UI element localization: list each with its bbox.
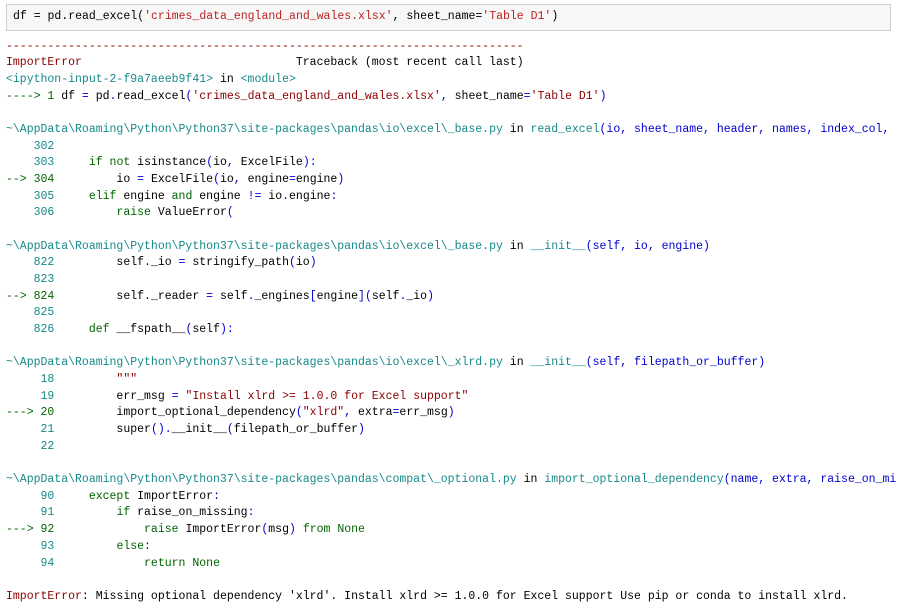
line-number: 91 [6, 506, 54, 519]
current-frame-arrow: ---> 20 [6, 406, 54, 419]
line-number: 21 [6, 423, 54, 436]
current-frame-arrow: --> 304 [6, 173, 54, 186]
frame-location: <ipython-input-2-f9a7aeeb9f41> [6, 73, 213, 86]
traceback-label: Traceback (most recent call last) [296, 56, 524, 69]
current-frame-arrow: ----> 1 [6, 90, 54, 103]
line-number: 94 [6, 557, 54, 570]
line-number: 825 [6, 306, 54, 319]
line-number: 93 [6, 540, 54, 553]
line-number: 823 [6, 273, 54, 286]
current-frame-arrow: --> 824 [6, 290, 54, 303]
dash-line: ----------------------------------------… [6, 40, 524, 53]
line-number: 18 [6, 373, 54, 386]
output-area: ----------------------------------------… [6, 39, 891, 606]
code-line: df = pd.read_excel('crimes_data_england_… [13, 10, 558, 23]
final-error-name: ImportError [6, 590, 82, 603]
line-number: 22 [6, 440, 54, 453]
line-number: 303 [6, 156, 54, 169]
final-error-message: : Missing optional dependency 'xlrd'. In… [82, 590, 848, 603]
code-cell[interactable]: df = pd.read_excel('crimes_data_england_… [6, 4, 891, 31]
frame-path: ~\AppData\Roaming\Python\Python37\site-p… [6, 473, 517, 486]
error-name: ImportError [6, 56, 82, 69]
frame-path: ~\AppData\Roaming\Python\Python37\site-p… [6, 240, 503, 253]
frame-path: ~\AppData\Roaming\Python\Python37\site-p… [6, 356, 503, 369]
line-number: 19 [6, 390, 54, 403]
frame-path: ~\AppData\Roaming\Python\Python37\site-p… [6, 123, 503, 136]
line-number: 306 [6, 206, 54, 219]
current-frame-arrow: ---> 92 [6, 523, 54, 536]
line-number: 822 [6, 256, 54, 269]
line-number: 302 [6, 140, 54, 153]
line-number: 826 [6, 323, 54, 336]
line-number: 90 [6, 490, 54, 503]
line-number: 305 [6, 190, 54, 203]
